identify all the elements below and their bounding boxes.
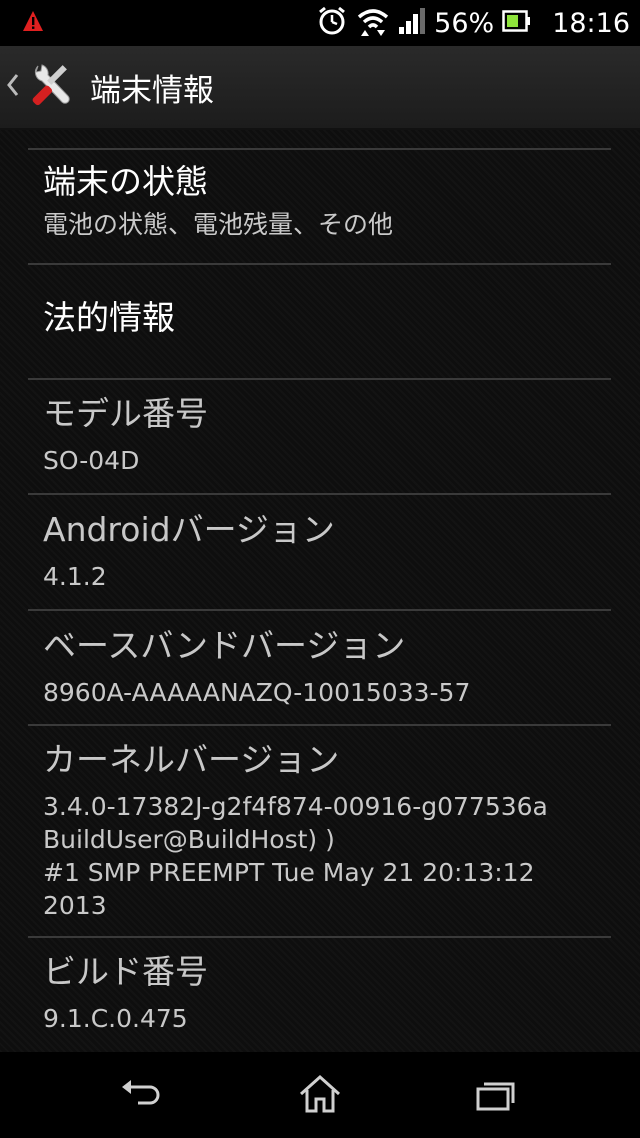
divider bbox=[28, 724, 611, 726]
recent-apps-button[interactable] bbox=[466, 1072, 526, 1120]
recent-apps-icon bbox=[474, 1077, 518, 1115]
list-item-build-number[interactable]: ビルド番号 9.1.C.0.475 bbox=[43, 952, 623, 1035]
settings-list: 端末の状態 電池の状態、電池残量、その他 法的情報 モデル番号 SO-04D A… bbox=[0, 130, 640, 1052]
item-title: ベースバンドバージョン bbox=[43, 626, 406, 665]
divider bbox=[28, 609, 611, 611]
home-button[interactable] bbox=[290, 1072, 350, 1120]
navigation-bar bbox=[0, 1052, 640, 1138]
item-subtitle: 9.1.C.0.475 bbox=[43, 1004, 188, 1033]
divider bbox=[28, 493, 611, 495]
item-subtitle: 8960A-AAAAANAZQ-10015033-57 bbox=[43, 678, 471, 707]
item-subtitle: 4.1.2 bbox=[43, 562, 107, 591]
item-title: 端末の状態 bbox=[43, 162, 208, 201]
signal-icon bbox=[398, 7, 426, 39]
home-icon bbox=[298, 1074, 342, 1118]
item-title: モデル番号 bbox=[43, 394, 208, 433]
warning-icon bbox=[22, 10, 44, 36]
clock: 18:16 bbox=[552, 7, 630, 39]
divider bbox=[28, 378, 611, 380]
back-icon bbox=[120, 1077, 164, 1115]
back-button[interactable] bbox=[112, 1072, 172, 1120]
list-item-baseband-version: ベースバンドバージョン 8960A-AAAAANAZQ-10015033-57 bbox=[43, 626, 623, 709]
item-title: ビルド番号 bbox=[43, 952, 208, 991]
list-item-kernel-version: カーネルバージョン 3.4.0-17382J-g2f4f874-00916-g0… bbox=[43, 740, 623, 922]
chevron-left-icon bbox=[6, 68, 24, 106]
page-title: 端末情報 bbox=[90, 72, 214, 109]
item-subtitle: 3.4.0-17382J-g2f4f874-00916-g077536a Bui… bbox=[43, 792, 548, 920]
wifi-icon bbox=[356, 6, 390, 40]
item-title: 法的情報 bbox=[43, 298, 175, 337]
tools-icon bbox=[28, 60, 78, 114]
up-navigation[interactable] bbox=[0, 46, 78, 128]
list-item-android-version[interactable]: Androidバージョン 4.1.2 bbox=[43, 510, 623, 593]
list-item-device-status[interactable]: 端末の状態 電池の状態、電池残量、その他 bbox=[43, 162, 623, 241]
list-item-legal-info[interactable]: 法的情報 bbox=[43, 298, 623, 338]
item-subtitle: 電池の状態、電池残量、その他 bbox=[43, 210, 394, 239]
list-item-model-number: モデル番号 SO-04D bbox=[43, 394, 623, 477]
alarm-icon bbox=[316, 5, 348, 41]
status-bar: 56% 18:16 bbox=[0, 0, 640, 46]
battery-icon bbox=[502, 10, 531, 36]
item-title: カーネルバージョン bbox=[43, 740, 340, 779]
divider bbox=[28, 263, 611, 265]
action-bar: 端末情報 bbox=[0, 46, 640, 130]
battery-percent: 56% bbox=[434, 7, 495, 39]
item-title: Androidバージョン bbox=[43, 510, 335, 549]
divider bbox=[28, 148, 611, 150]
divider bbox=[28, 936, 611, 938]
item-subtitle: SO-04D bbox=[43, 446, 140, 475]
